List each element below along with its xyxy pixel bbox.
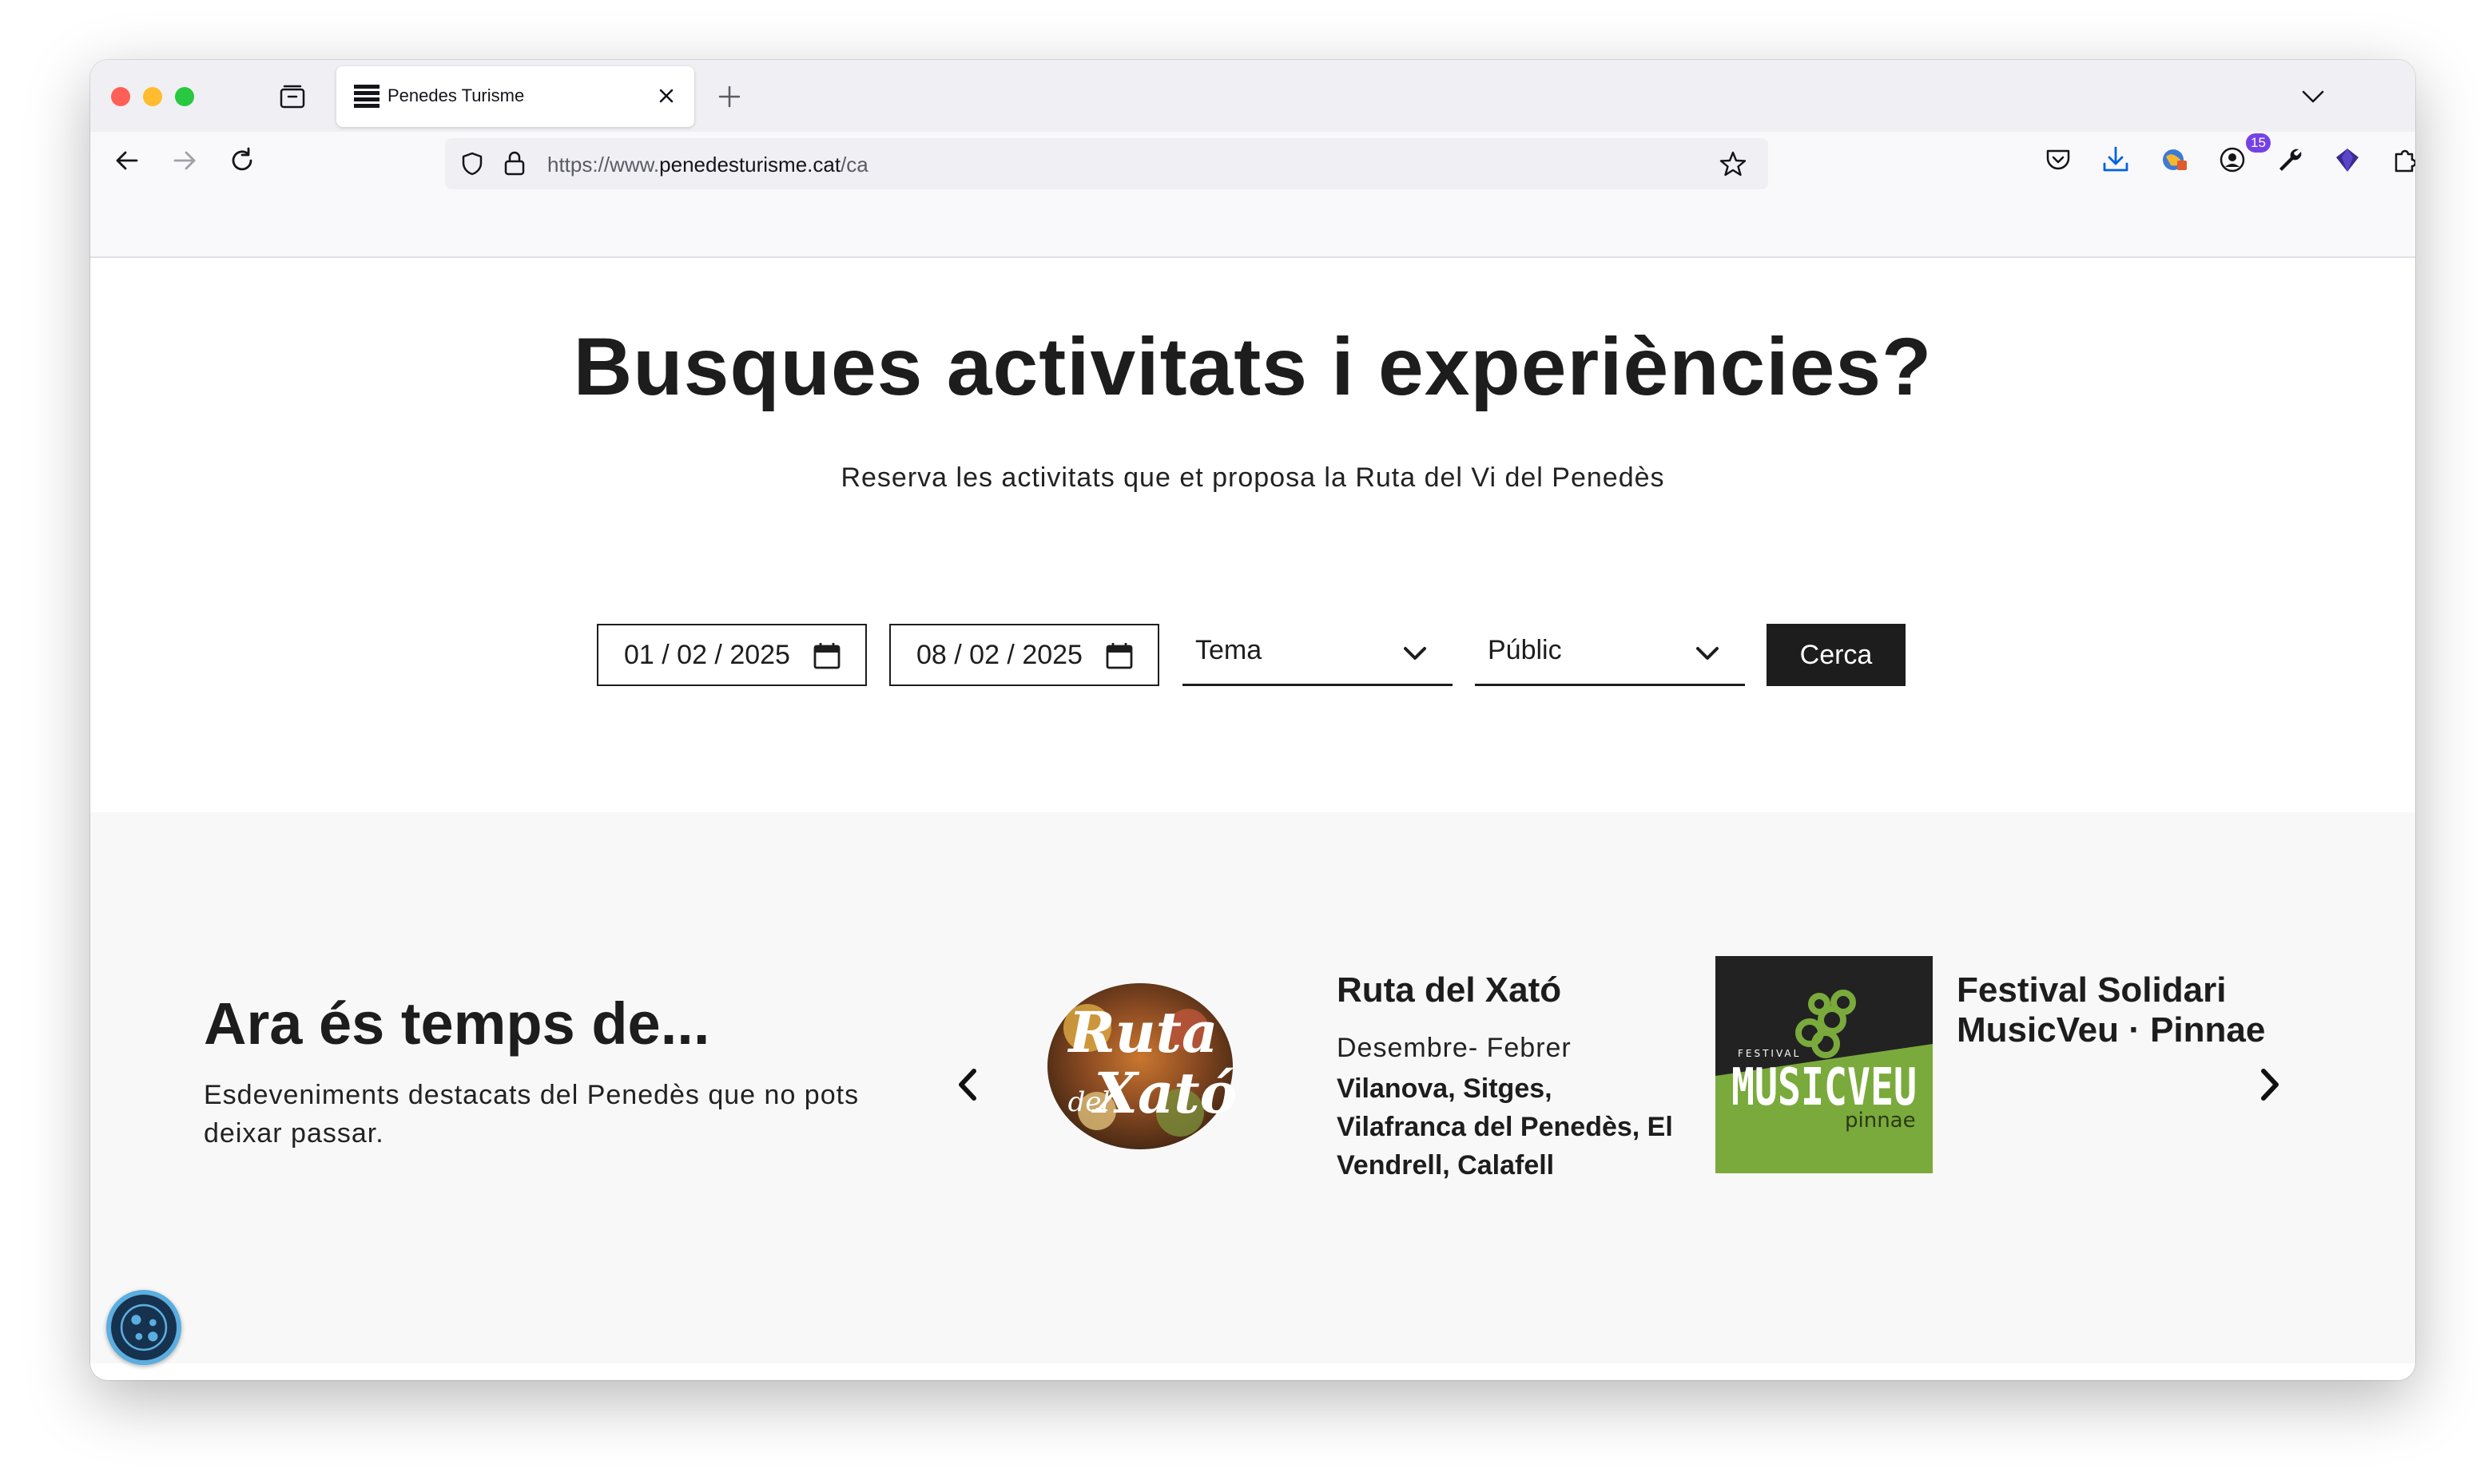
reload-icon[interactable] [228, 146, 256, 175]
forward-arrow-icon[interactable] [170, 146, 199, 175]
cookie-settings-icon[interactable] [106, 1290, 181, 1365]
calendar-icon[interactable] [1105, 641, 1134, 670]
tab-penedes-turisme[interactable]: Penedes Turisme [336, 66, 694, 127]
card-title-ruta-del-xato[interactable]: Ruta del Xató [1337, 970, 1561, 1010]
lock-icon[interactable] [503, 149, 527, 177]
back-arrow-icon[interactable] [113, 146, 141, 175]
close-tab-icon[interactable] [654, 84, 678, 108]
musicveu-festival-logo[interactable]: FESTIVAL MUSICVEU pinnae [1715, 956, 1933, 1173]
date-from-value: 01 / 02 / 2025 [624, 640, 790, 670]
carousel-next-arrow-icon[interactable] [2254, 1065, 2286, 1105]
theme-select[interactable]: Tema [1182, 624, 1453, 686]
wrench-icon[interactable] [2275, 145, 2305, 175]
xato-logo-word: Xató [1091, 1060, 1238, 1126]
url-path: /ca [841, 153, 868, 177]
date-to-input[interactable]: 08 / 02 / 2025 [889, 624, 1159, 686]
calendar-icon[interactable] [813, 641, 841, 670]
web-page: Busques activitats i experiències? Reser… [90, 258, 2415, 1380]
card-places: Vilanova, Sitges, Vilafranca del Penedès… [1337, 1073, 1673, 1180]
page-subtitle: Reserva les activitats que et proposa la… [841, 462, 1665, 493]
new-tab-plus-icon[interactable] [717, 84, 742, 109]
account-icon[interactable] [2217, 145, 2248, 175]
url-domain: penedesturisme.cat [659, 153, 841, 177]
minimize-window-button[interactable] [143, 87, 162, 106]
date-from-input[interactable]: 01 / 02 / 2025 [597, 624, 867, 686]
list-all-tabs-chevron-icon[interactable] [2300, 85, 2326, 108]
close-window-button[interactable] [111, 87, 130, 106]
carousel-prev-arrow-icon[interactable] [952, 1065, 984, 1105]
url-prefix: https://www. [547, 153, 660, 177]
ruta-logo-word: Ruta [1067, 999, 1218, 1065]
featured-title: Ara és temps de... [204, 990, 710, 1057]
extension-count-badge: 15 [2246, 133, 2271, 153]
featured-description: Esdeveniments destacats del Penedès que … [204, 1080, 860, 1149]
audience-select[interactable]: Públic [1475, 624, 1745, 686]
extensions-puzzle-icon[interactable] [2390, 145, 2415, 175]
page-title: Busques activitats i experiències? [573, 321, 1933, 412]
tab-overview-icon[interactable] [279, 84, 306, 109]
theme-select-label: Tema [1195, 635, 1262, 665]
search-button[interactable]: Cerca [1767, 624, 1906, 686]
url-bar[interactable]: https://www.penedesturisme.cat/ca [445, 138, 1768, 189]
tab-title: Penedes Turisme [388, 85, 525, 105]
chevron-down-icon [1696, 647, 1719, 660]
url-text[interactable]: https://www.penedesturisme.cat/ca [547, 153, 868, 177]
browser-window: Penedes Turisme https://www.penedesturis… [90, 60, 2415, 1380]
zoom-window-button[interactable] [175, 87, 194, 106]
pocket-icon[interactable] [2043, 145, 2073, 175]
penedes-favicon-icon [354, 85, 380, 108]
downloads-icon[interactable] [2100, 145, 2131, 175]
audience-select-label: Públic [1488, 635, 1562, 665]
bookmark-star-icon[interactable] [1719, 149, 1747, 178]
card-title-musicveu[interactable]: Festival Solidari MusicVeu · Pinnae [1957, 970, 2324, 1050]
pinnae-logo-word: pinnae [1845, 1109, 1916, 1133]
extension-gem-icon[interactable] [2332, 145, 2363, 175]
date-to-value: 08 / 02 / 2025 [916, 640, 1083, 670]
nav-toolbar: https://www.penedesturisme.cat/ca 15 [90, 132, 2415, 258]
tracking-protection-shield-icon[interactable] [459, 151, 485, 177]
festival-logo-word: FESTIVAL [1738, 1048, 1801, 1059]
tab-strip: Penedes Turisme [90, 60, 2415, 132]
ruta-del-xato-logo[interactable]: Ruta del Xató [1031, 956, 1249, 1173]
featured-section: Ara és temps de... Esdeveniments destaca… [90, 812, 2415, 1363]
card-dates: Desembre- Febrer [1337, 1033, 1572, 1063]
chevron-down-icon [1404, 647, 1426, 660]
extension-globe-icon[interactable] [2160, 145, 2190, 175]
